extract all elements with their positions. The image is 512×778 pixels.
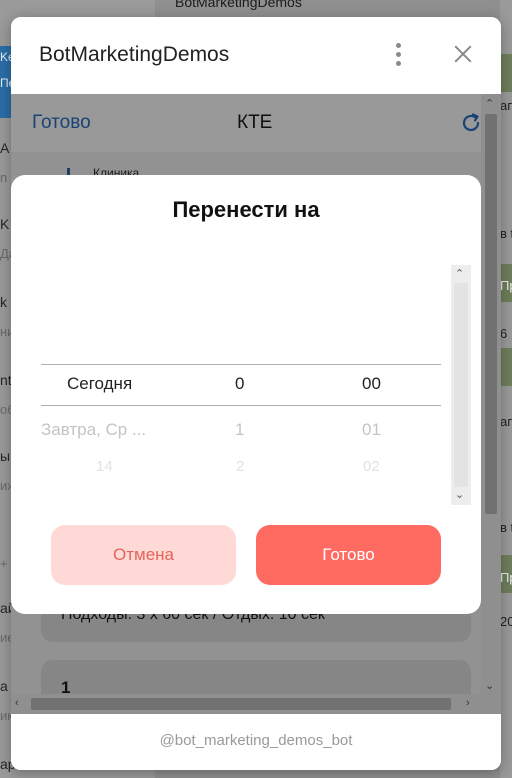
more-options-icon[interactable] <box>391 42 407 68</box>
message-snippet: ап <box>500 98 512 113</box>
scroll-up-icon[interactable]: ⌃ <box>455 268 464 280</box>
scroll-down-icon[interactable]: ⌄ <box>455 489 464 501</box>
message-snippet: в t <box>500 520 512 535</box>
message-snippet: 20 <box>500 614 512 629</box>
picker-scrollbar[interactable]: ⌃ ⌄ <box>451 265 471 505</box>
picker-day-selected[interactable]: Сегодня <box>67 374 132 394</box>
picker-hour-option[interactable]: 1 <box>235 420 244 440</box>
picker-hour-selected[interactable]: 0 <box>235 374 244 394</box>
message-thumbnail <box>500 54 512 92</box>
picker-hour-option[interactable]: 2 <box>236 458 244 475</box>
picker-minute-option[interactable]: 02 <box>363 458 380 475</box>
datetime-picker[interactable]: Сегодня Завтра, Ср ... 14 0 1 2 00 01 02 <box>41 265 441 505</box>
message-snippet: ап <box>500 414 512 429</box>
popup-header: BotMarketingDemos <box>11 17 501 94</box>
picker-day-option[interactable]: Завтра, Ср ... <box>41 420 146 440</box>
close-icon[interactable] <box>452 43 474 65</box>
message-thumbnail <box>500 348 512 386</box>
message-snippet: Пр <box>500 278 512 293</box>
dialog-title: Перенести на <box>172 197 320 222</box>
picker-minute-selected[interactable]: 00 <box>362 374 381 394</box>
picker-day-option[interactable]: 14 <box>96 458 113 475</box>
picker-selection-bottom-line <box>41 405 441 406</box>
picker-selection-top-line <box>41 364 441 365</box>
message-snippet: 6 <box>500 326 508 341</box>
popup-footer: @bot_marketing_demos_bot <box>11 714 501 770</box>
scrollbar-thumb[interactable] <box>454 283 468 487</box>
bot-username[interactable]: @bot_marketing_demos_bot <box>11 732 501 749</box>
message-snippet: в t <box>500 226 512 241</box>
cancel-button[interactable]: Отмена <box>51 525 236 585</box>
chat-messages-background: ап в t Пр 6 ап в t Пр 20 <box>500 0 512 778</box>
move-to-dialog: Перенести на Сегодня Завтра, Ср ... 14 0… <box>11 175 481 614</box>
chat-header-title: BotMarketingDemos <box>175 0 302 10</box>
popup-title: BotMarketingDemos <box>39 43 230 66</box>
message-snippet: Пр <box>500 570 512 585</box>
confirm-button[interactable]: Готово <box>256 525 441 585</box>
picker-minute-option[interactable]: 01 <box>362 420 381 440</box>
